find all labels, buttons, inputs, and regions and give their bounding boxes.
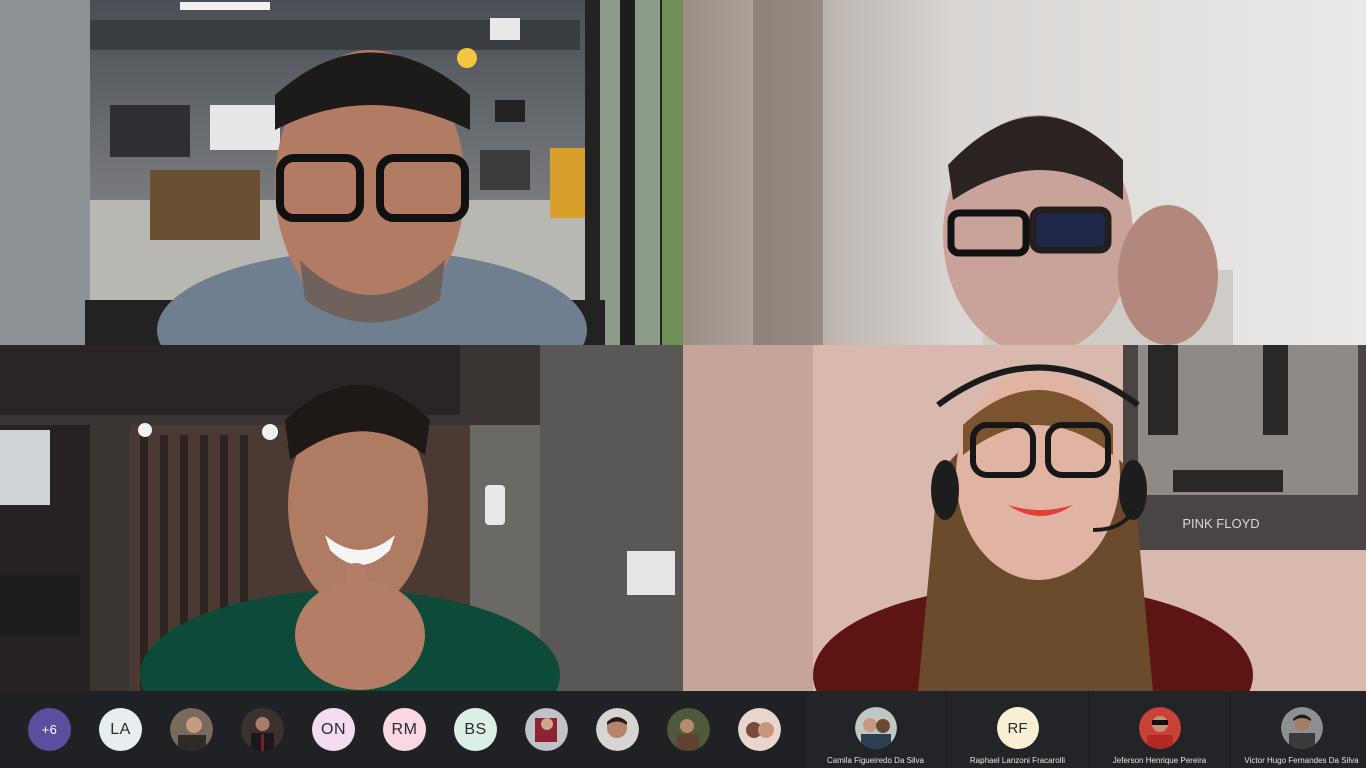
participant-avatar[interactable] — [738, 708, 781, 751]
video-feed-3 — [0, 345, 683, 691]
video-grid: PINK FLOYD — [0, 0, 1366, 691]
participant-bubble[interactable]: LA — [99, 708, 142, 751]
video-tile-3[interactable] — [0, 345, 683, 691]
participant-named-tile[interactable]: Jeferson Henrique Pereira — [1088, 691, 1230, 768]
participant-bubble[interactable]: BS — [454, 708, 497, 751]
participant-bubble[interactable]: RM — [383, 708, 426, 751]
avatar-photo-icon — [525, 708, 568, 751]
participant-avatar[interactable] — [525, 708, 568, 751]
participant-avatar[interactable] — [667, 708, 710, 751]
participant-named-tile[interactable]: Camila Figueiredo Da Silva — [804, 691, 946, 768]
avatar-photo-icon — [854, 707, 897, 749]
participant-avatar: RF — [996, 707, 1039, 749]
poster-text: PINK FLOYD — [1182, 516, 1259, 531]
avatar-photo-icon — [1280, 707, 1323, 749]
more-participants-button[interactable]: +6 — [28, 708, 71, 751]
participant-avatar — [1138, 707, 1181, 749]
named-participants: Camila Figueiredo Da Silva RF Raphael La… — [804, 691, 1366, 768]
participant-avatar — [1280, 707, 1323, 749]
video-tile-1[interactable] — [0, 0, 683, 345]
video-feed-2 — [683, 0, 1366, 345]
participant-avatar — [854, 707, 897, 749]
participant-name: Camila Figueiredo Da Silva — [827, 756, 924, 765]
participant-avatar[interactable] — [170, 708, 213, 751]
avatar-photo-icon — [738, 708, 781, 751]
video-feed-4: PINK FLOYD — [683, 345, 1366, 691]
participant-bubbles: +6 LA ON RM BS — [0, 708, 798, 751]
avatar-photo-icon — [170, 708, 213, 751]
avatar-photo-icon — [1138, 707, 1181, 749]
participant-name: Victor Hugo Fernandes Da Silva — [1244, 756, 1359, 765]
video-feed-1 — [0, 0, 683, 345]
participant-strip: +6 LA ON RM BS Camila Figueiredo Da Silv… — [0, 691, 1366, 768]
video-tile-4[interactable]: PINK FLOYD — [683, 345, 1366, 691]
avatar-photo-icon — [241, 708, 284, 751]
participant-named-tile[interactable]: RF Raphael Lanzoni Fracarolli — [946, 691, 1088, 768]
participant-named-tile[interactable]: Victor Hugo Fernandes Da Silva — [1230, 691, 1366, 768]
participant-avatar[interactable] — [596, 708, 639, 751]
participant-name: Raphael Lanzoni Fracarolli — [969, 756, 1066, 765]
avatar-photo-icon — [596, 708, 639, 751]
video-tile-2[interactable] — [683, 0, 1366, 345]
participant-bubble[interactable]: ON — [312, 708, 355, 751]
participant-avatar[interactable] — [241, 708, 284, 751]
avatar-photo-icon — [667, 708, 710, 751]
participant-name: Jeferson Henrique Pereira — [1112, 756, 1207, 765]
